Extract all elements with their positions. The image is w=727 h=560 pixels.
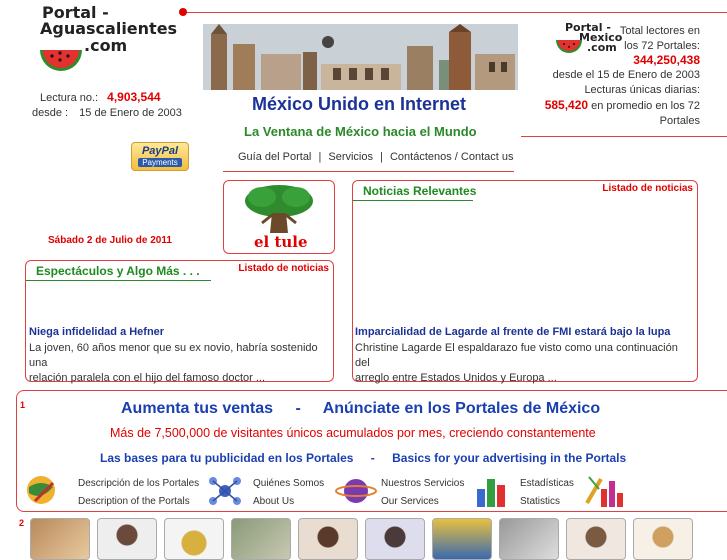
paypal-button[interactable]: PayPal Payments bbox=[131, 142, 189, 171]
top-nav: Guía del Portal | Servicios | Contácteno… bbox=[238, 151, 513, 163]
espectaculos-title-link[interactable]: Niega infidelidad a Hefner bbox=[29, 326, 164, 338]
ad-link-services-en: Our Services bbox=[381, 496, 439, 507]
left-logo-line2: Aguascalientes bbox=[40, 19, 178, 38]
ad-bases-es: Las bases para tu publicidad en los Port… bbox=[100, 451, 354, 465]
thumbnail-8[interactable] bbox=[499, 518, 559, 560]
counter-since: desde : 15 de Enero de 2003 bbox=[32, 107, 182, 119]
noticias-line1: Christine Lagarde El espaldarazo fue vis… bbox=[355, 342, 678, 369]
noticias-header: Noticias Relevantes bbox=[363, 184, 477, 198]
cityscape-image bbox=[203, 24, 518, 90]
stats-since: desde el 15 de Enero de 2003 bbox=[552, 69, 700, 81]
top-divider-dot bbox=[179, 8, 187, 16]
chart-pencil-icon bbox=[585, 476, 623, 507]
espectaculos-line2: relación paralela con el hijo del famoso… bbox=[29, 372, 266, 384]
noticias-box: Noticias Relevantes Listado de noticias … bbox=[352, 180, 698, 384]
thumbnail-10[interactable] bbox=[633, 518, 693, 560]
stats-daily-suffix2: Portales bbox=[659, 115, 700, 127]
noticias-summary: Christine Lagarde El espaldarazo fue vis… bbox=[355, 341, 693, 386]
thumbnail-4[interactable] bbox=[231, 518, 291, 560]
ad-subheadline: Más de 7,500,000 de visitantes únicos ac… bbox=[110, 426, 596, 440]
stats-total-label2: los 72 Portales: bbox=[624, 39, 700, 52]
tree-icon bbox=[245, 185, 313, 233]
ad-link-statistics-es: Estadísticas bbox=[520, 478, 574, 489]
ad-link-services-es: Nuestros Servicios bbox=[381, 478, 465, 489]
ad-bases-en: Basics for your advertising in the Porta… bbox=[392, 451, 627, 465]
current-date: Sábado 2 de Julio de 2011 bbox=[48, 235, 172, 246]
stats-daily-value: 585,420 bbox=[544, 98, 589, 112]
ad-link-description-es: Descripción de los Portales bbox=[78, 478, 200, 489]
noticias-title-link[interactable]: Imparcialidad de Lagarde al frente de FM… bbox=[355, 326, 670, 338]
counter-value: 4,903,544 bbox=[107, 90, 161, 104]
reading-counter: Lectura no.: 4,903,544 bbox=[40, 90, 161, 104]
watermelon-icon bbox=[40, 50, 82, 71]
stats-daily-label: Lecturas únicas diarias: bbox=[584, 84, 700, 96]
ad-bases-dash: - bbox=[370, 451, 375, 465]
stats-total-label1: Total lectores en bbox=[619, 25, 700, 37]
page-title: México Unido en Internet bbox=[252, 94, 467, 114]
espectaculos-listado-link[interactable]: Listado de noticias bbox=[238, 263, 329, 274]
counter-label: Lectura no.: bbox=[40, 92, 99, 104]
ad-link-description-en: Description of the Portals bbox=[78, 496, 190, 507]
el-tule-box[interactable]: el tule bbox=[223, 180, 335, 254]
thumbnail-6[interactable] bbox=[365, 518, 425, 560]
ad-link-description[interactable]: Descripción de los Portales Description … bbox=[78, 475, 199, 511]
nav-separator: | bbox=[380, 151, 383, 163]
ad-dash: - bbox=[295, 400, 301, 417]
thumbnail-7[interactable] bbox=[432, 518, 492, 560]
left-logo[interactable]: Portal - Aguascalientes .com bbox=[38, 4, 177, 82]
right-logo-line3: .com bbox=[587, 41, 617, 54]
espectaculos-header: Espectáculos y Algo Más . . . bbox=[36, 264, 200, 278]
nav-contact[interactable]: Contáctenos / Contact us bbox=[390, 151, 514, 163]
thumbnail-1[interactable] bbox=[30, 518, 90, 560]
nav-guia[interactable]: Guía del Portal bbox=[238, 151, 311, 163]
espectaculos-line1: La joven, 60 años menor que su ex novio,… bbox=[29, 342, 318, 369]
counter-since-label: desde : bbox=[32, 107, 69, 119]
globe-icon bbox=[27, 476, 55, 504]
counter-since-value: 15 de Enero de 2003 bbox=[79, 107, 182, 119]
ad-number-2: 2 bbox=[19, 518, 25, 528]
espectaculos-summary: La joven, 60 años menor que su ex novio,… bbox=[29, 341, 329, 386]
nav-underline bbox=[223, 171, 514, 172]
page-tagline: La Ventana de México hacia el Mundo bbox=[244, 124, 477, 139]
advertising-box: 1 Aumenta tus ventas - Anúnciate en los … bbox=[16, 390, 727, 512]
portal-stats-daily: desde el 15 de Enero de 2003 Lecturas ún… bbox=[520, 68, 700, 129]
portal-stats: Total lectores en los 72 Portales: 344,2… bbox=[620, 24, 700, 68]
stats-total-value: 344,250,438 bbox=[633, 53, 700, 67]
thumbnail-5[interactable] bbox=[298, 518, 358, 560]
ad-number-1: 1 bbox=[20, 400, 26, 410]
molecule-icon bbox=[209, 477, 241, 505]
left-logo-line3: .com bbox=[84, 36, 128, 55]
ad-bases[interactable]: Las bases para tu publicidad en los Port… bbox=[100, 451, 626, 465]
header-photo-collage bbox=[203, 24, 518, 90]
ad-headline-b: Anúnciate en los Portales de México bbox=[322, 400, 601, 417]
ad-link-about-es: Quiénes Somos bbox=[253, 478, 325, 489]
paypal-sublabel: Payments bbox=[138, 158, 182, 167]
espectaculos-box: Espectáculos y Algo Más . . . Listado de… bbox=[25, 260, 334, 384]
thumbnail-9[interactable] bbox=[566, 518, 626, 560]
ad-link-about[interactable]: Quiénes Somos About Us bbox=[253, 475, 324, 511]
top-divider bbox=[184, 12, 727, 13]
paypal-label: PayPal bbox=[141, 145, 179, 157]
nav-servicios[interactable]: Servicios bbox=[328, 151, 373, 163]
thumbnail-3[interactable] bbox=[164, 518, 224, 560]
ad-link-statistics[interactable]: Estadísticas Statistics bbox=[520, 475, 574, 511]
noticias-line2: arreglo entre Estados Unidos y Europa ..… bbox=[355, 372, 557, 384]
ad-link-statistics-en: Statistics bbox=[520, 496, 561, 507]
right-divider bbox=[521, 136, 727, 137]
thumbnail-2[interactable] bbox=[97, 518, 157, 560]
ad-headline[interactable]: Aumenta tus ventas - Anúnciate en los Po… bbox=[121, 400, 600, 418]
ad-link-about-en: About Us bbox=[253, 496, 295, 507]
bar-chart-icon bbox=[477, 479, 505, 507]
ad-link-services[interactable]: Nuestros Servicios Our Services bbox=[381, 475, 464, 511]
noticias-listado-link[interactable]: Listado de noticias bbox=[602, 183, 693, 194]
right-logo[interactable]: Portal - Mexico .com bbox=[555, 22, 622, 66]
small-watermelon-icon bbox=[556, 40, 582, 53]
stats-daily-suffix: en promedio en los 72 bbox=[591, 100, 700, 112]
tule-label: el tule bbox=[254, 233, 308, 251]
nav-separator: | bbox=[318, 151, 322, 163]
planet-icon bbox=[335, 479, 377, 503]
ad-headline-a: Aumenta tus ventas bbox=[121, 400, 274, 417]
